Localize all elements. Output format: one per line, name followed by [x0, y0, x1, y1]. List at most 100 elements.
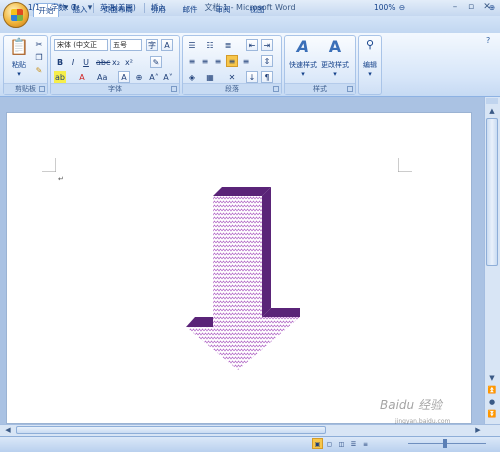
superscript-button[interactable]: x² — [123, 56, 135, 68]
change-styles-dropdown-icon[interactable]: ▾ — [329, 70, 341, 78]
highlight-color-icon[interactable]: ab — [54, 71, 66, 83]
tab-mailings[interactable]: 邮件 — [177, 3, 203, 17]
bullets-icon[interactable]: ☰ — [186, 39, 198, 51]
office-logo-icon — [11, 9, 23, 21]
arrow-right-face — [262, 187, 271, 317]
zoom-level[interactable]: 100% — [374, 2, 396, 14]
increase-indent-icon[interactable]: ⇥ — [261, 39, 273, 51]
change-styles-icon[interactable]: A — [324, 37, 346, 59]
zoom-out-icon[interactable]: ⊖ — [398, 2, 406, 14]
horizontal-scroll-thumb[interactable] — [16, 426, 326, 434]
change-styles-button[interactable]: 更改样式 — [318, 60, 352, 70]
grow-font-icon[interactable]: A˄ — [148, 71, 160, 83]
font-name-combo[interactable]: 宋体 (中文正 — [54, 39, 108, 51]
justify-icon[interactable]: ≡ — [226, 55, 238, 67]
top-right-crop-mark — [398, 158, 412, 172]
font-color-icon[interactable]: A — [76, 71, 88, 83]
maximize-button[interactable]: ▫ — [464, 2, 478, 13]
multilevel-list-icon[interactable]: ≣ — [222, 39, 234, 51]
paste-dropdown-icon[interactable]: ▾ — [13, 70, 25, 78]
clear-formatting-icon[interactable]: ✎ — [150, 56, 162, 68]
status-bar — [0, 436, 500, 452]
arrow-top-face — [213, 187, 271, 196]
top-left-crop-mark — [42, 158, 56, 172]
scroll-right-arrow-icon[interactable]: ▶ — [472, 425, 484, 435]
distributed-icon[interactable]: ≡ — [240, 55, 252, 67]
character-shading-icon[interactable]: A — [118, 71, 130, 83]
enclose-characters-icon[interactable]: ⊕ — [133, 71, 145, 83]
bold-button[interactable]: B — [54, 56, 66, 68]
chinese-layout-icon[interactable]: ✕ — [226, 71, 238, 83]
next-page-icon[interactable]: ⏬ — [486, 409, 498, 419]
subscript-button[interactable]: x₂ — [110, 56, 122, 68]
minimize-button[interactable]: – — [448, 2, 462, 13]
font-launcher-icon[interactable] — [171, 86, 177, 92]
draft-view-icon[interactable]: ≡ — [360, 438, 371, 449]
select-browse-object-icon[interactable]: ● — [486, 397, 498, 407]
language-indicator[interactable]: 英语(美国) — [100, 2, 146, 14]
scroll-left-arrow-icon[interactable]: ◀ — [2, 425, 14, 435]
paragraph-group-label: 段落 — [183, 83, 281, 94]
web-layout-view-icon[interactable]: ◫ — [336, 438, 347, 449]
office-button[interactable] — [3, 2, 29, 28]
zoom-slider-track[interactable] — [408, 443, 486, 444]
decrease-indent-icon[interactable]: ⇤ — [246, 39, 258, 51]
styles-group-label: 样式 — [285, 83, 355, 94]
shading-icon[interactable]: ◈ — [186, 71, 198, 83]
paragraph-launcher-icon[interactable] — [273, 86, 279, 92]
ribbon-tabs — [0, 16, 500, 33]
line-spacing-icon[interactable]: ⇕ — [261, 55, 273, 67]
clipboard-launcher-icon[interactable] — [39, 86, 45, 92]
character-border-icon[interactable]: A — [161, 39, 173, 51]
cut-icon[interactable]: ✂ — [33, 38, 45, 50]
scroll-up-arrow-icon[interactable]: ▲ — [486, 106, 498, 116]
status-divider — [47, 3, 48, 13]
previous-page-icon[interactable]: ⏫ — [486, 385, 498, 395]
find-binoculars-icon[interactable]: ⚲ — [360, 38, 380, 54]
help-icon[interactable]: ? — [486, 36, 496, 46]
paragraph-mark-icon: ↵ — [58, 175, 64, 183]
format-painter-icon[interactable]: ✎ — [33, 64, 45, 76]
outline-view-icon[interactable]: ☰ — [348, 438, 359, 449]
zoom-slider-handle[interactable] — [443, 439, 447, 448]
font-group-label: 字体 — [51, 83, 179, 94]
align-center-icon[interactable]: ≡ — [199, 55, 211, 67]
insert-mode-indicator[interactable]: 插入 — [151, 2, 175, 14]
styles-launcher-icon[interactable] — [347, 86, 353, 92]
scroll-down-arrow-icon[interactable]: ▼ — [486, 373, 498, 383]
numbering-icon[interactable]: ☷ — [204, 39, 216, 51]
quick-styles-dropdown-icon[interactable]: ▾ — [297, 70, 309, 78]
quick-styles-button[interactable]: 快速样式 — [286, 60, 320, 70]
tab-review[interactable]: 审阅 — [210, 3, 236, 17]
show-marks-icon[interactable]: ¶ — [261, 71, 273, 83]
arrow-front-face — [186, 196, 300, 370]
paste-icon[interactable]: 📋 — [9, 37, 29, 57]
paste-button[interactable]: 粘贴 — [7, 60, 31, 70]
full-screen-view-icon[interactable]: ▢ — [324, 438, 335, 449]
font-size-combo[interactable]: 五号 — [110, 39, 142, 51]
arrow-shape[interactable] — [180, 180, 310, 375]
tab-view[interactable]: 视图 — [244, 3, 270, 17]
copy-icon[interactable]: ❐ — [33, 51, 45, 63]
status-divider — [144, 3, 145, 13]
editing-button[interactable]: 编辑 — [358, 60, 382, 70]
shrink-font-icon[interactable]: A˅ — [162, 71, 174, 83]
word-count[interactable]: 字数: 0 — [51, 2, 91, 14]
print-layout-view-icon[interactable]: ▣ — [312, 438, 323, 449]
align-left-icon[interactable]: ≡ — [186, 55, 198, 67]
align-right-icon[interactable]: ≡ — [212, 55, 224, 67]
status-divider — [93, 3, 94, 13]
vertical-scroll-thumb[interactable] — [486, 118, 498, 266]
sort-icon[interactable]: ↓ — [246, 71, 258, 83]
quick-styles-icon[interactable]: A — [292, 37, 314, 59]
change-case-icon[interactable]: Aa — [96, 71, 108, 83]
phonetic-guide-icon[interactable]: 字 — [146, 39, 158, 51]
zoom-in-icon[interactable]: ⊕ — [488, 2, 496, 14]
strikethrough-button[interactable]: abc — [95, 56, 110, 68]
underline-button[interactable]: U — [80, 56, 92, 68]
italic-button[interactable]: I — [67, 56, 79, 68]
ruler-toggle-icon[interactable] — [486, 98, 498, 104]
watermark: Baidu 经验 — [380, 398, 442, 412]
editing-dropdown-icon[interactable]: ▾ — [364, 70, 376, 78]
borders-icon[interactable]: ▦ — [204, 71, 216, 83]
